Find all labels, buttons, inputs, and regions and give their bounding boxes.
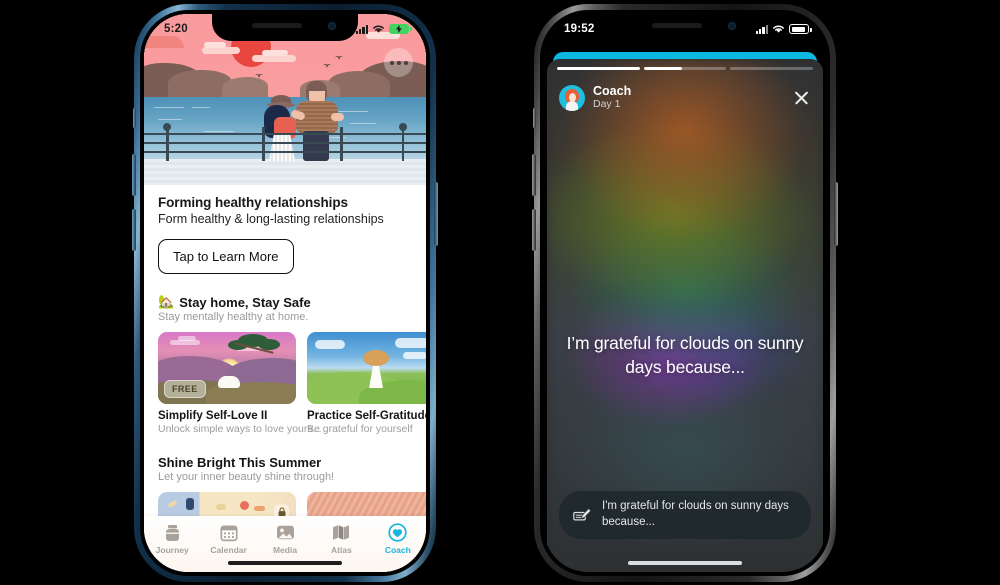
battery-charging-icon xyxy=(389,24,412,34)
feed-body: Forming healthy relationships Form healt… xyxy=(144,185,426,532)
section-stay-home: 🏡 Stay home, Stay Safe Stay mentally hea… xyxy=(158,294,426,435)
close-icon[interactable] xyxy=(791,88,811,108)
status-time: 19:52 xyxy=(564,23,595,35)
section-subtitle: Stay mentally healthy at home. xyxy=(158,311,309,323)
tab-journey[interactable]: Journey xyxy=(144,523,200,555)
hero-subtitle: Form healthy & long-lasting relationship… xyxy=(158,212,384,226)
card-title: Practice Self-Gratitude xyxy=(307,410,426,422)
card-title: Simplify Self-Love II xyxy=(158,410,268,422)
more-options-icon[interactable] xyxy=(384,48,413,77)
avatar-body xyxy=(566,101,578,111)
power-button[interactable] xyxy=(434,182,438,246)
card-thumbnail xyxy=(307,332,426,404)
right-phone-screen: Coach Day 1 I’m grateful for clouds on s… xyxy=(544,14,826,572)
left-notch xyxy=(212,14,358,41)
volume-up-button[interactable] xyxy=(132,154,136,196)
tab-atlas[interactable]: Atlas xyxy=(313,523,369,555)
progress-segment xyxy=(730,67,814,70)
mute-switch[interactable] xyxy=(533,108,536,128)
home-feed-scroll[interactable]: Forming healthy relationships Form healt… xyxy=(144,14,426,572)
section-title: Shine Bright This Summer xyxy=(158,455,322,470)
tab-media[interactable]: Media xyxy=(257,523,313,555)
tap-to-learn-more-button[interactable]: Tap to Learn More xyxy=(158,239,294,274)
tree-icon xyxy=(228,334,282,360)
progress-fill xyxy=(643,67,682,70)
status-icons xyxy=(355,24,412,34)
screenshot-stage: Forming healthy relationships Form healt… xyxy=(0,0,1000,585)
earpiece-speaker xyxy=(252,23,302,28)
coach-avatar[interactable] xyxy=(559,85,585,111)
story-card[interactable]: Coach Day 1 I’m grateful for clouds on s… xyxy=(547,59,823,572)
tab-label: Calendar xyxy=(210,545,247,555)
left-phone: Forming healthy relationships Form healt… xyxy=(132,4,438,582)
content-card[interactable]: Practice Self-Gratitude Be grateful for … xyxy=(307,332,426,435)
progress-segment xyxy=(643,67,727,70)
story-header: Coach Day 1 xyxy=(559,81,811,115)
calendar-icon xyxy=(220,523,238,542)
section-subtitle: Let your inner beauty shine through! xyxy=(158,471,335,483)
status-time: 5:20 xyxy=(164,23,188,35)
deck xyxy=(144,159,426,185)
earpiece-speaker xyxy=(652,23,702,28)
tab-calendar[interactable]: Calendar xyxy=(200,523,256,555)
section-title-row: 🏡 Stay home, Stay Safe xyxy=(158,294,412,310)
status-icons xyxy=(755,24,812,34)
story-author: Coach xyxy=(593,83,632,98)
story-prompt-text: I’m grateful for clouds on sunny days be… xyxy=(566,333,804,378)
heart-circle-icon xyxy=(388,523,407,542)
journal-jar-icon xyxy=(163,523,182,542)
progress-fill xyxy=(557,67,640,70)
write-note-icon xyxy=(573,507,592,523)
card-subtitle: Be grateful for yourself xyxy=(307,423,413,435)
tab-label: Coach xyxy=(384,545,411,555)
tab-coach[interactable]: Coach xyxy=(370,523,426,555)
progress-segment xyxy=(557,67,640,70)
railing xyxy=(144,123,426,161)
photo-icon xyxy=(276,523,295,542)
tab-label: Journey xyxy=(155,545,189,555)
section-title: Stay home, Stay Safe xyxy=(179,294,311,310)
free-badge: FREE xyxy=(164,380,206,398)
right-phone: Coach Day 1 I’m grateful for clouds on s… xyxy=(532,4,838,582)
right-notch xyxy=(612,14,758,41)
left-phone-screen: Forming healthy relationships Form healt… xyxy=(144,14,426,572)
battery-icon xyxy=(789,24,812,34)
map-icon xyxy=(332,523,350,542)
volume-up-button[interactable] xyxy=(532,154,536,196)
answer-input-value[interactable]: I'm grateful for clouds on sunny days be… xyxy=(602,499,795,531)
front-camera xyxy=(728,22,736,30)
volume-down-button[interactable] xyxy=(532,209,536,251)
hero-title: Forming healthy relationships xyxy=(158,195,348,210)
house-emoji-icon: 🏡 xyxy=(158,294,175,309)
card-thumbnail: FREE xyxy=(158,332,296,404)
story-progress-bars xyxy=(557,67,814,70)
volume-down-button[interactable] xyxy=(132,209,136,251)
tab-label: Media xyxy=(272,545,298,555)
power-button[interactable] xyxy=(834,182,838,246)
sunhat-icon xyxy=(363,350,389,366)
card-subtitle: Unlock simple ways to love yours... xyxy=(158,423,322,435)
avatar-face xyxy=(568,93,576,102)
home-indicator[interactable] xyxy=(228,560,342,565)
wifi-icon xyxy=(773,25,784,33)
home-indicator[interactable] xyxy=(628,560,742,565)
left-phone-bezel: Forming healthy relationships Form healt… xyxy=(140,10,430,576)
wifi-icon xyxy=(373,25,384,33)
mute-switch[interactable] xyxy=(133,108,136,128)
story-viewer[interactable]: Coach Day 1 I’m grateful for clouds on s… xyxy=(544,14,826,572)
right-phone-bezel: Coach Day 1 I’m grateful for clouds on s… xyxy=(540,10,830,576)
story-day-label: Day 1 xyxy=(593,98,621,111)
front-camera xyxy=(328,22,336,30)
mountain-range xyxy=(144,41,426,97)
story-author-block: Coach Day 1 xyxy=(593,84,631,112)
card-row[interactable]: FREE Simplify Self-Love II Unlock simple… xyxy=(158,332,426,435)
content-card[interactable]: FREE Simplify Self-Love II Unlock simple… xyxy=(158,332,322,435)
tab-label: Atlas xyxy=(331,545,352,555)
answer-input-bar[interactable]: I'm grateful for clouds on sunny days be… xyxy=(559,491,811,539)
